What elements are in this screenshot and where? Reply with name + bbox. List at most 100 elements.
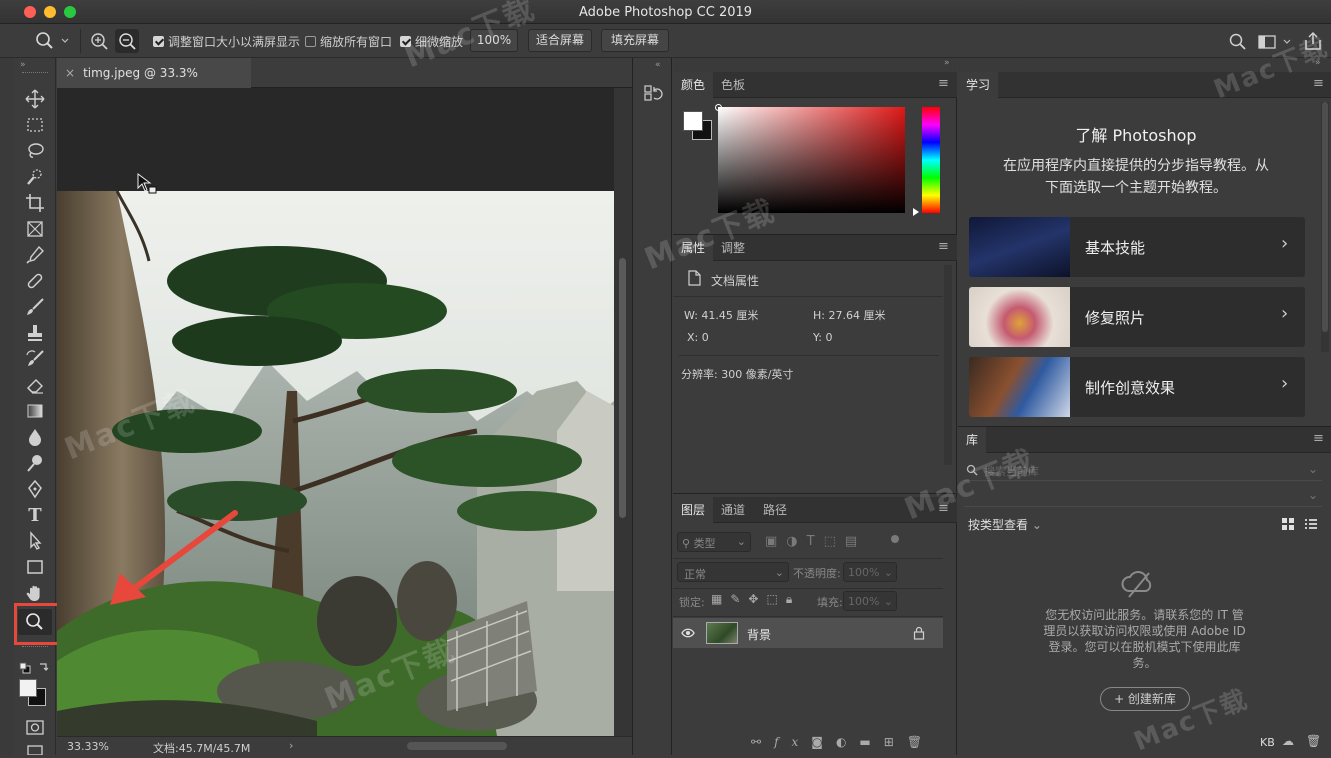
- share-button[interactable]: [1302, 30, 1324, 52]
- search-button[interactable]: [1228, 32, 1248, 52]
- tab-adjustments[interactable]: 调整: [713, 235, 753, 261]
- shape-filter-icon[interactable]: ⬚: [824, 534, 845, 549]
- color-foreground-swatch[interactable]: [683, 111, 703, 131]
- brush-tool[interactable]: [22, 297, 48, 319]
- learn-scrollbar[interactable]: [1321, 102, 1329, 352]
- frame-tool[interactable]: [22, 219, 48, 241]
- horizontal-scroll-thumb[interactable]: [407, 742, 507, 750]
- zoom-level[interactable]: 33.33%: [67, 740, 109, 753]
- screen-mode-button[interactable]: [24, 744, 46, 756]
- lock-transparent-icon[interactable]: ▦: [711, 592, 730, 606]
- layer-row-background[interactable]: 背景: [673, 618, 943, 648]
- zoom-in-button[interactable]: [88, 30, 110, 52]
- library-select[interactable]: ⌄: [964, 487, 1322, 507]
- panel-menu-icon[interactable]: ≡: [938, 501, 949, 516]
- status-menu-arrow-icon[interactable]: ›: [289, 739, 293, 752]
- create-library-button[interactable]: + 创建新库: [1100, 687, 1190, 711]
- dodge-tool[interactable]: [22, 453, 48, 475]
- panel-menu-icon[interactable]: ≡: [1313, 431, 1324, 446]
- layer-filter-icons[interactable]: ▣◑T⬚▤: [765, 534, 905, 552]
- color-spectrum-field[interactable]: [718, 107, 905, 213]
- delete-icon[interactable]: 🗑︎: [1306, 734, 1321, 748]
- fill-screen-button[interactable]: 填充屏幕: [601, 29, 669, 52]
- adjustment-layer-icon[interactable]: ◐: [836, 735, 859, 749]
- lock-position-icon[interactable]: ✥: [748, 592, 766, 606]
- tab-libraries[interactable]: 库: [958, 427, 987, 453]
- clone-stamp-tool[interactable]: [22, 323, 48, 345]
- add-mask-icon[interactable]: ◙: [811, 735, 836, 749]
- panel-menu-icon[interactable]: ≡: [938, 239, 949, 254]
- tab-learn[interactable]: 学习: [958, 72, 999, 98]
- panel-menu-icon[interactable]: ≡: [1313, 76, 1324, 91]
- foreground-color-swatch[interactable]: [19, 679, 37, 697]
- learn-card-basic-skills[interactable]: 基本技能 ›: [969, 217, 1305, 277]
- hand-tool[interactable]: [22, 583, 48, 605]
- library-search-field[interactable]: 搜索当前库 ⌄: [964, 459, 1322, 481]
- filter-toggle[interactable]: [891, 535, 899, 543]
- document-tab[interactable]: ×timg.jpeg @ 33.3%(RGB/8#): [57, 58, 251, 110]
- document-size[interactable]: 文档:45.7M/45.7M: [153, 740, 250, 756]
- fit-screen-button[interactable]: 适合屏幕: [528, 29, 592, 52]
- scrubby-zoom-option[interactable]: 细微缩放: [400, 33, 463, 50]
- eyedropper-tool[interactable]: [22, 245, 48, 267]
- lock-options[interactable]: ▦✎✥⬚🔒︎: [711, 592, 809, 608]
- properties-scrollbar[interactable]: [944, 265, 952, 465]
- blur-tool[interactable]: [22, 427, 48, 449]
- zoom-100-button[interactable]: 100%: [470, 29, 518, 52]
- close-tab-icon[interactable]: ×: [65, 66, 75, 80]
- delete-layer-icon[interactable]: 🗑︎: [907, 735, 935, 749]
- move-tool[interactable]: [22, 89, 48, 111]
- chevron-down-icon[interactable]: ⌄: [1308, 462, 1318, 476]
- zoom-tool-preset[interactable]: [32, 30, 72, 52]
- gradient-tool[interactable]: [22, 401, 48, 423]
- adjustment-filter-icon[interactable]: ◑: [786, 534, 806, 549]
- panel-menu-icon[interactable]: ≡: [938, 76, 949, 91]
- path-selection-tool[interactable]: [22, 531, 48, 553]
- zoom-all-option[interactable]: 缩放所有窗口: [305, 33, 392, 50]
- tab-color[interactable]: 颜色: [673, 72, 714, 98]
- tab-layers[interactable]: 图层: [673, 497, 714, 523]
- lock-pixels-icon[interactable]: ✎: [730, 592, 748, 606]
- zoom-all-checkbox[interactable]: [305, 36, 316, 47]
- healing-brush-tool[interactable]: [22, 271, 48, 293]
- color-picker-handle[interactable]: [715, 104, 722, 111]
- zoom-out-button[interactable]: [115, 29, 139, 53]
- grid-view-button[interactable]: [1281, 517, 1295, 531]
- link-layers-icon[interactable]: ⚯: [751, 735, 774, 749]
- learn-card-fix-photos[interactable]: 修复照片 ›: [969, 287, 1305, 347]
- learn-card-creative-effects[interactable]: 制作创意效果 ›: [969, 357, 1305, 417]
- quick-mask-button[interactable]: [24, 719, 46, 737]
- lasso-tool[interactable]: [22, 141, 48, 163]
- blend-mode-select[interactable]: 正常 ⌄: [677, 562, 789, 582]
- document-image[interactable]: [57, 191, 614, 736]
- expand-icon[interactable]: «: [655, 60, 661, 70]
- tab-paths[interactable]: 路径: [755, 497, 795, 523]
- type-filter-icon[interactable]: T: [807, 534, 824, 549]
- hue-slider[interactable]: [922, 107, 940, 213]
- marquee-tool[interactable]: [22, 115, 48, 137]
- scrubby-zoom-checkbox[interactable]: [400, 36, 411, 47]
- new-layer-icon[interactable]: ⊞: [884, 735, 907, 749]
- collapse-icon[interactable]: »: [20, 60, 26, 70]
- tab-swatches[interactable]: 色板: [713, 72, 753, 98]
- type-tool[interactable]: T: [22, 505, 48, 527]
- lock-artboard-icon[interactable]: ⬚: [766, 592, 785, 606]
- resize-windows-checkbox[interactable]: [153, 36, 164, 47]
- tab-properties[interactable]: 属性: [673, 235, 714, 261]
- collapse-icon[interactable]: »: [944, 58, 950, 68]
- tab-channels[interactable]: 通道: [713, 497, 753, 523]
- list-view-button[interactable]: [1304, 517, 1318, 531]
- image-filter-icon[interactable]: ▣: [765, 534, 786, 549]
- quick-selection-tool[interactable]: [22, 167, 48, 189]
- view-by-type-dropdown[interactable]: 按类型查看 ⌄: [968, 516, 1042, 533]
- eraser-tool[interactable]: [22, 375, 48, 397]
- rectangle-tool[interactable]: [22, 557, 48, 579]
- workspace-switcher[interactable]: [1257, 32, 1297, 52]
- crop-tool[interactable]: [22, 193, 48, 215]
- history-panel-button[interactable]: [642, 80, 664, 110]
- scroll-thumb[interactable]: [619, 258, 626, 518]
- history-brush-tool[interactable]: [22, 349, 48, 371]
- smartobject-filter-icon[interactable]: ▤: [845, 534, 866, 549]
- opacity-input[interactable]: 100% ⌄: [843, 562, 897, 582]
- fill-input[interactable]: 100% ⌄: [843, 591, 897, 611]
